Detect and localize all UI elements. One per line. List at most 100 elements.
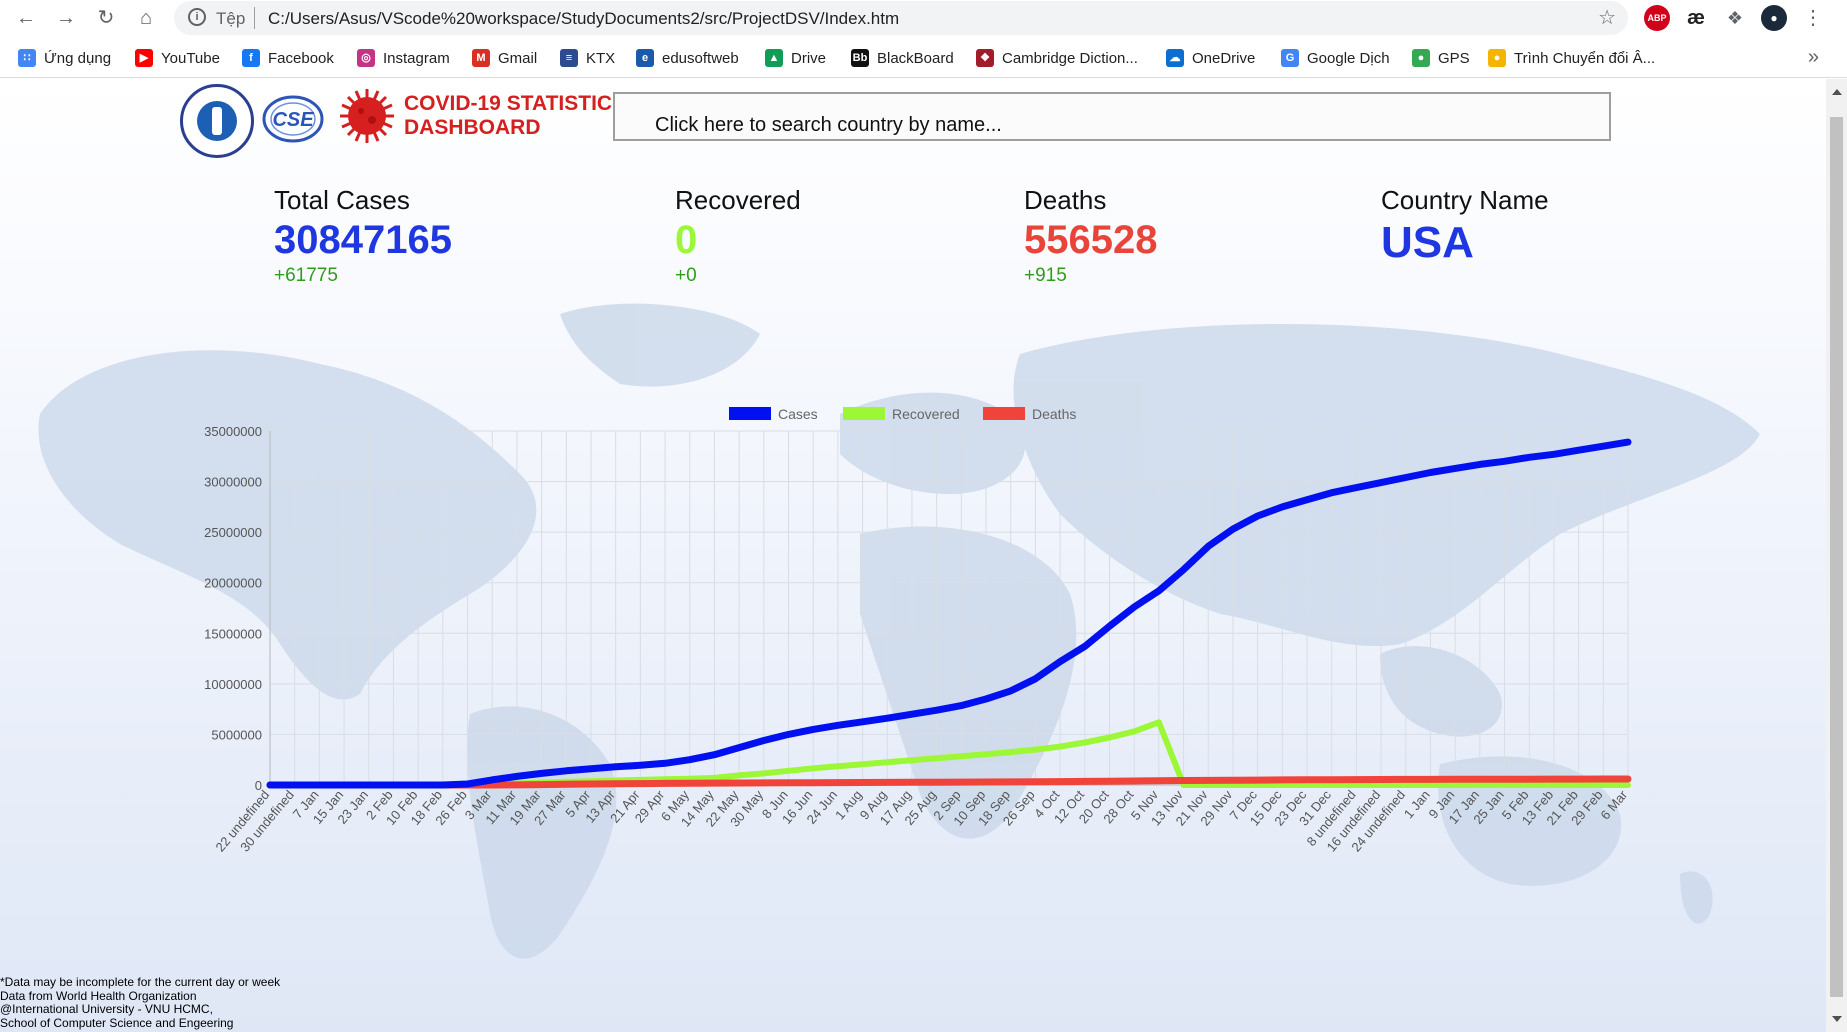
stat-total-cases-delta: +61775: [274, 265, 338, 286]
back-arrow-icon[interactable]: ←: [12, 4, 40, 32]
international-university-logo: [180, 84, 254, 158]
y-tick-label: 10000000: [204, 677, 262, 692]
y-tick-label: 25000000: [204, 525, 262, 540]
country-search-input[interactable]: [615, 94, 1609, 139]
bookmarks-overflow-icon[interactable]: »: [1808, 46, 1819, 69]
y-tick-label: 5000000: [211, 727, 262, 742]
drive-icon: ▲: [765, 49, 783, 67]
scrollbar-thumb[interactable]: [1830, 117, 1843, 997]
dashboard-title-line1: COVID-19 STATISTIC: [404, 92, 613, 115]
bookmark-label: edusoftweb: [662, 49, 739, 67]
forward-arrow-icon[interactable]: →: [52, 4, 80, 32]
bookmark-item[interactable]: ∷ Ứng dụng: [18, 48, 111, 68]
x-tick-label: 1 Jan: [1401, 787, 1433, 821]
legend-swatch-cases: [729, 407, 771, 420]
bookmark-label: KTX: [586, 49, 616, 67]
converter-icon: ●: [1488, 49, 1506, 67]
gmail-icon: M: [472, 49, 490, 67]
cse-logo: CSE: [262, 95, 324, 143]
bookmark-label: Gmail: [498, 49, 538, 67]
footer-notes: *Data may be incomplete for the current …: [0, 975, 281, 1030]
globe-icon: ●: [1412, 49, 1430, 67]
instagram-icon: ◎: [357, 49, 375, 67]
home-icon[interactable]: ⌂: [132, 4, 160, 32]
series-line-cases: [266, 438, 1632, 789]
bookmark-item[interactable]: M Gmail: [472, 48, 537, 68]
covid-line-chart: 0500000010000000150000002000000025000000…: [204, 406, 1632, 855]
bookmark-item[interactable]: ☁ OneDrive: [1166, 48, 1255, 68]
legend-swatch-recovered: [843, 407, 885, 420]
cambridge-icon: ❖: [976, 49, 994, 67]
legend-label-deaths: Deaths: [1032, 406, 1076, 422]
bookmark-label: OneDrive: [1192, 49, 1256, 67]
dashboard-title: COVID-19 STATISTIC DASHBOARD: [404, 92, 624, 140]
facebook-icon: f: [242, 49, 260, 67]
page-scrollbar[interactable]: [1826, 79, 1847, 1032]
y-tick-label: 35000000: [204, 424, 262, 439]
bookmark-label: Google Dịch: [1307, 49, 1390, 67]
y-tick-label: 15000000: [204, 626, 262, 641]
bookmark-label: Cambridge Diction...: [1002, 49, 1138, 67]
bookmark-label: Instagram: [383, 49, 450, 67]
bookmark-label: Ứng dụng: [44, 49, 112, 67]
x-tick-label: 6 Mar: [1597, 787, 1630, 823]
footer-line-3: @International University - VNU HCMC,: [0, 1002, 213, 1017]
youtube-icon: ▶: [135, 49, 153, 67]
scroll-down-arrow-icon[interactable]: [1832, 1016, 1842, 1022]
y-tick-label: 20000000: [204, 576, 262, 591]
stat-country-value: USA: [1381, 218, 1474, 267]
bookmark-label: Facebook: [268, 49, 334, 67]
stat-country: Country Name USA: [1381, 185, 1549, 268]
address-bar[interactable]: i Tệp C:/Users/Asus/VScode%20workspace/S…: [174, 1, 1628, 35]
adblock-extension-icon[interactable]: ABP: [1644, 5, 1670, 31]
bookmark-item[interactable]: f Facebook: [242, 48, 334, 68]
bookmark-item[interactable]: ▶ YouTube: [135, 48, 220, 68]
stat-recovered-delta: +0: [675, 265, 697, 286]
url-separator: [254, 7, 255, 29]
bookmark-item[interactable]: ❖ Cambridge Diction...: [976, 48, 1138, 68]
stat-total-cases: Total Cases 30847165 +61775: [274, 185, 452, 287]
bookmark-label: YouTube: [161, 49, 220, 67]
info-icon[interactable]: i: [188, 8, 206, 26]
stat-recovered-value: 0: [675, 218, 698, 262]
country-search-box[interactable]: [613, 92, 1611, 141]
series-line-recovered: [267, 719, 1631, 788]
bookmarks-bar: » ∷ Ứng dụng ▶ YouTube f Facebook ◎ Instagram M G…: [0, 38, 1847, 78]
url-scheme-label: Tệp: [216, 9, 246, 28]
bookmark-label: Drive: [791, 49, 827, 67]
url-text[interactable]: C:/Users/Asus/VScode%20workspace/StudyDo…: [268, 9, 899, 29]
stat-total-cases-value: 30847165: [274, 218, 452, 262]
blackboard-icon: Bb: [851, 49, 869, 67]
bookmark-item[interactable]: ≡ KTX: [560, 48, 615, 68]
bookmark-star-icon[interactable]: ☆: [1598, 5, 1616, 30]
stat-recovered-label: Recovered: [675, 185, 801, 215]
browser-menu-icon[interactable]: ⋮: [1800, 5, 1826, 31]
bookmark-item[interactable]: ◎ Instagram: [357, 48, 450, 68]
scroll-up-arrow-icon[interactable]: [1832, 89, 1842, 95]
bookmark-item[interactable]: ● GPS: [1412, 48, 1470, 68]
virus-icon: [340, 89, 394, 143]
bookmark-item[interactable]: e edusoftweb: [636, 48, 739, 68]
stat-country-label: Country Name: [1381, 185, 1549, 215]
bookmark-item[interactable]: ▲ Drive: [765, 48, 826, 68]
bookmark-item[interactable]: Bb BlackBoard: [851, 48, 954, 68]
profile-avatar[interactable]: ●: [1761, 5, 1787, 31]
stat-total-cases-label: Total Cases: [274, 185, 410, 215]
bookmark-label: Trình Chuyển đổi Â...: [1514, 49, 1656, 67]
page-viewport: CSE COVID-19 STATISTIC DASHBOARD Total C…: [0, 79, 1826, 1032]
reload-icon[interactable]: ↻: [92, 4, 120, 32]
x-tick-label: 1 Aug: [832, 787, 865, 822]
stat-deaths: Deaths 556528 +915: [1024, 185, 1157, 287]
google-translate-icon: G: [1281, 49, 1299, 67]
footer-line-4: School of Computer Science and Engeering: [0, 1015, 234, 1030]
ae-extension-icon[interactable]: æ: [1683, 5, 1709, 31]
extensions-puzzle-icon[interactable]: ❖: [1722, 5, 1748, 31]
apps-grid-icon: ∷: [18, 49, 36, 67]
footer-line-1: *Data may be incomplete for the current …: [0, 975, 281, 989]
bookmark-item[interactable]: ● Trình Chuyển đổi Â...: [1488, 48, 1655, 68]
bookmark-item[interactable]: G Google Dịch: [1281, 48, 1390, 68]
footer-line-2: Data from World Health Organization: [0, 988, 197, 1003]
cse-logo-text: CSE: [272, 109, 314, 131]
y-tick-label: 30000000: [204, 475, 262, 490]
legend-swatch-deaths: [983, 407, 1025, 420]
